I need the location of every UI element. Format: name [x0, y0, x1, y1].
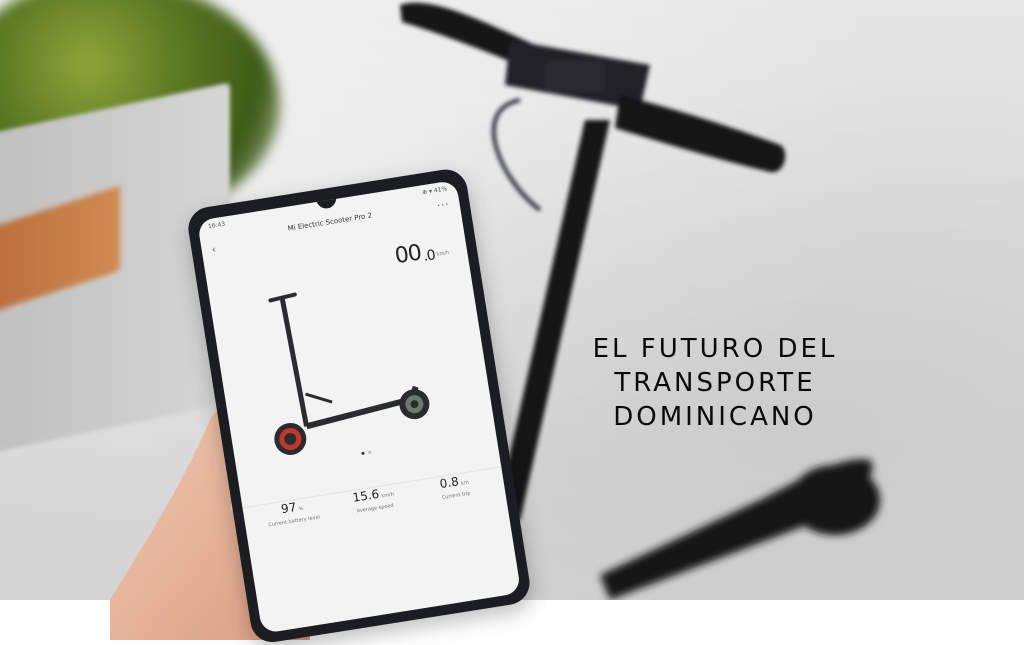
stat-average-speed: 15.6km/h Average speed: [332, 482, 415, 518]
page-dot: [368, 450, 372, 454]
page-dot-active: [361, 451, 365, 456]
stat-battery-unit: %: [298, 505, 304, 513]
more-icon[interactable]: ···: [436, 199, 450, 212]
stat-battery-value: 97: [280, 499, 298, 517]
stat-battery: 97% Current battery level: [251, 494, 334, 530]
headline-line-3: DOMINICANO: [613, 402, 817, 432]
stat-speed-value: 15.6: [351, 486, 381, 505]
scooter-right-grip: [615, 95, 786, 173]
scooter-illustration: [268, 292, 430, 455]
headline-line-2: TRANSPORTE: [614, 368, 816, 398]
phone-screen: 16:43 ⊕ ▾ 41% ‹ Mi Electric Scooter Pro …: [197, 179, 522, 634]
stat-speed-unit: km/h: [381, 491, 395, 500]
stat-trip-unit: km: [460, 479, 470, 487]
stats-panel: 97% Current battery level 15.6km/h Avera…: [242, 466, 516, 598]
back-chevron-icon[interactable]: ‹: [211, 244, 217, 255]
status-time: 16:43: [207, 220, 226, 231]
status-indicators: ⊕ ▾ 41%: [421, 185, 448, 197]
stat-trip-value: 0.8: [438, 474, 460, 492]
headline: EL FUTURO DEL TRANSPORTE DOMINICANO: [540, 332, 890, 434]
page-indicator: [361, 450, 372, 456]
speed-unit: km/h: [436, 249, 450, 258]
headline-line-1: EL FUTURO DEL: [592, 334, 838, 364]
stat-current-trip: 0.8km Current trip: [413, 469, 496, 505]
